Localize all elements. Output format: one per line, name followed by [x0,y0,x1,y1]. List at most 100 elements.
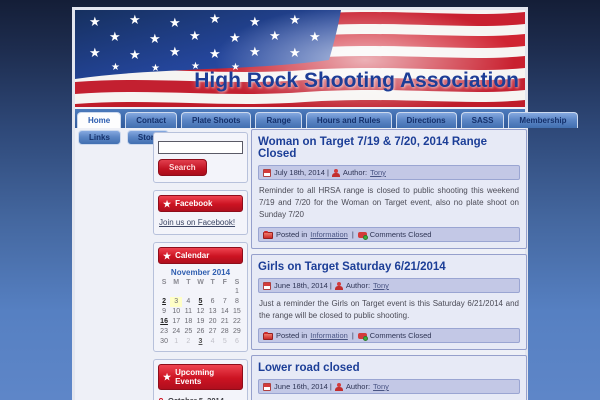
calendar-day: 22 [233,318,241,325]
author-label: Author: [342,168,368,177]
calendar-day [219,287,231,297]
calendar-day: 29 [233,328,241,335]
comments-status: Comments Closed [369,331,432,340]
nav-tab-plate-shoots[interactable]: Plate Shoots [181,112,252,128]
author-icon [331,168,340,177]
calendar-day [194,287,206,297]
folder-icon [263,230,273,239]
post-date: June 18th, 2014 | [274,281,332,290]
comments-icon [357,333,368,341]
main-nav: Home Contact Plate Shoots Range Hours an… [75,109,578,128]
calendar-heading: ★ Calendar [158,247,243,264]
event-date[interactable]: October 5, 2014 – [168,396,243,400]
star-icon: ★ [163,198,172,209]
calendar-day[interactable]: 16 [158,317,170,327]
category-link[interactable]: Information [310,230,348,239]
calendar-day: 26 [196,328,205,335]
sidebar: Search ★ Facebook Join us on Facebook! ★… [153,132,248,400]
category-link[interactable]: Information [310,331,348,340]
calendar-day [182,287,194,297]
upcoming-events-heading: ★ Upcoming Events [158,364,243,390]
posts-column: Woman on Target 7/19 & 7/20, 2014 Range … [251,129,527,400]
svg-text:★: ★ [169,45,181,60]
calendar-icon [263,382,271,391]
svg-text:★: ★ [89,15,101,30]
calendar-day [158,287,170,297]
calendar-day: 3 [170,297,183,307]
page-container: ★★★★★★ ★★★★★★ ★★★★★★ ★★★★ High Rock Shoo… [72,7,578,400]
calendar-day: 1 [174,338,179,345]
search-button[interactable]: Search [158,159,207,176]
star-icon: ★ [163,372,172,382]
calendar-day: 13 [208,308,217,315]
posted-in-label: Posted in [276,230,308,239]
svg-text:★: ★ [111,62,120,73]
svg-text:★: ★ [149,32,161,47]
posted-in-label: Posted in [276,331,308,340]
calendar-day[interactable]: 5 [194,297,206,307]
calendar-day[interactable]: 3 [194,337,206,347]
calendar-month-label: November 2014 [170,268,231,277]
folder-icon [263,331,273,340]
star-icon: ★ [163,250,172,261]
calendar-day: 7 [222,298,227,305]
author-link[interactable]: Tony [370,168,386,177]
nav-tab-home[interactable]: Home [77,112,122,128]
calendar-icon [263,281,271,290]
calendar-heading-label: Calendar [175,251,210,260]
calendar-day-header: M [173,279,180,286]
post-lower-road-closed: Lower road closed June 16th, 2014 | Auth… [251,355,527,400]
search-widget: Search [153,132,248,183]
author-label: Author: [345,281,371,290]
facebook-link[interactable]: Join us on Facebook! [159,218,235,227]
calendar-day-header: W [197,279,204,286]
post-title[interactable]: Girls on Target Saturday 6/21/2014 [258,261,520,273]
calendar-day: 10 [172,308,181,315]
comments-status: Comments Closed [369,230,432,239]
separator: | [351,230,354,239]
facebook-heading-label: Facebook [175,199,213,208]
nav-tab-membership[interactable]: Membership [508,112,578,128]
calendar-day: 8 [234,298,239,305]
post-meta-bar: July 18th, 2014 | Author: Tony [258,165,520,180]
calendar-day: 15 [233,308,241,315]
post-meta-bar: June 18th, 2014 | Author: Tony [258,278,520,293]
nav-tab-hours-and-rules[interactable]: Hours and Rules [305,112,392,128]
author-link[interactable]: Tony [373,281,389,290]
search-input[interactable] [158,141,243,154]
upcoming-events-heading-label: Upcoming Events [175,368,215,386]
post-title[interactable]: Woman on Target 7/19 & 7/20, 2014 Range … [258,136,520,160]
svg-text:★: ★ [129,48,141,63]
calendar-day: 12 [196,308,205,315]
author-link[interactable]: Tony [373,382,389,391]
facebook-heading: ★ Facebook [158,195,243,212]
nav-tab-sass[interactable]: SASS [460,112,505,128]
calendar-day [170,287,182,297]
nav-tab-contact[interactable]: Contact [125,112,178,128]
calendar-day: 17 [172,318,181,325]
upcoming-events-list: October 5, 2014 – Cowboy Shoot Sunday 9:… [158,396,243,400]
svg-text:★: ★ [151,63,160,74]
calendar-day: 11 [184,308,192,315]
calendar-day-header: T [186,279,191,286]
upcoming-events-widget: ★ Upcoming Events October 5, 2014 – Cowb… [153,359,248,400]
nav-tab-directions[interactable]: Directions [395,112,457,128]
calendar-day: 23 [160,328,168,335]
calendar-day: 2 [186,338,191,345]
author-icon [334,281,343,290]
calendar-day: 6 [234,338,239,345]
calendar-icon [263,168,271,177]
calendar-day: 9 [162,308,167,315]
svg-text:★: ★ [189,29,201,44]
post-title[interactable]: Lower road closed [258,362,520,374]
calendar-day: 6 [210,298,215,305]
nav-tab-range[interactable]: Range [255,112,302,128]
author-icon [334,382,343,391]
post-body: Just a reminder the Girls on Target even… [259,299,519,320]
calendar-day[interactable]: 2 [158,297,170,307]
post-footer-bar: Posted in Information | Comments Closed [258,227,520,242]
svg-text:★: ★ [169,16,181,31]
calendar-day-header: F [222,279,227,286]
nav-tab-links[interactable]: Links [78,130,121,145]
post-date: June 16th, 2014 | [274,382,332,391]
